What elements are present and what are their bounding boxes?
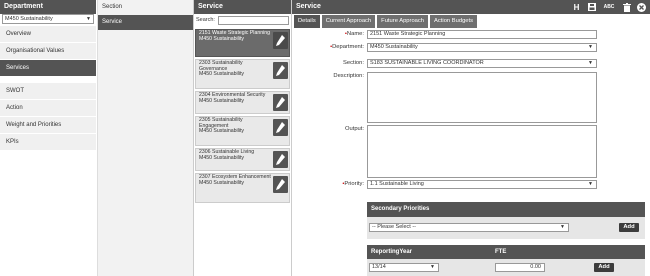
menu-item-action[interactable]: Action — [0, 100, 96, 117]
service-subtitle: M450 Sustainability — [199, 179, 244, 186]
menu-item-organisational-values[interactable]: Organisational Values — [0, 43, 96, 60]
detail-toolbar: H ABC — [572, 2, 646, 12]
secondary-priority-select-value: -- Please Select -- — [372, 224, 417, 230]
reporting-table-header: ReportingYear FTE — [367, 245, 645, 259]
reporting-table: ReportingYear FTE 13/14 ▼ 0.00 Add — [367, 245, 645, 276]
tab-current-approach[interactable]: Current Approach — [321, 15, 376, 28]
spellcheck-icon: ABC — [603, 3, 615, 10]
service-card[interactable]: 2151 Waste Strategic Planning M450 Susta… — [195, 29, 290, 57]
service-subtitle: M450 Sustainability — [199, 97, 244, 104]
menu-item-swot[interactable]: SWOT — [0, 83, 96, 100]
save-button[interactable] — [587, 2, 596, 12]
department-header: Department — [0, 0, 96, 14]
delete-button[interactable] — [622, 2, 631, 12]
fte-input[interactable]: 0.00 — [495, 263, 545, 272]
add-secondary-priority-button[interactable]: Add — [619, 223, 639, 232]
spellcheck-button[interactable]: ABC — [602, 3, 616, 12]
service-subtitle: M450 Sustainability — [199, 71, 244, 78]
trash-icon — [622, 2, 631, 12]
edit-button[interactable] — [273, 151, 288, 168]
add-reporting-year-button[interactable]: Add — [594, 263, 614, 272]
chevron-down-icon: ▼ — [430, 264, 435, 270]
close-button[interactable] — [637, 2, 646, 12]
department-select-value: M450 Sustainability — [5, 16, 53, 22]
section-item-service[interactable]: Service — [98, 15, 193, 30]
edit-button[interactable] — [273, 176, 288, 193]
department-select[interactable]: M450 Sustainability ▼ — [2, 14, 94, 24]
department-menu: Overview Organisational Values Services … — [0, 26, 96, 151]
menu-item-kpis[interactable]: KPIs — [0, 134, 96, 151]
reporting-year-value: 13/14 — [372, 264, 386, 270]
reporting-year-select[interactable]: 13/14 ▼ — [369, 263, 439, 272]
pencil-icon — [276, 65, 285, 76]
service-list: 2151 Waste Strategic Planning M450 Susta… — [195, 29, 290, 205]
priority-label: •Priority: — [342, 181, 364, 187]
secondary-priorities: Secondary Priorities -- Please Select --… — [367, 202, 645, 239]
service-card[interactable]: 2304 Environmental Security M450 Sustain… — [195, 91, 290, 114]
fte-header: FTE — [495, 249, 507, 255]
search-label: Search: — [196, 17, 215, 23]
section-field-value: S183 SUSTAINABLE LIVING COORDINATOR — [370, 60, 484, 66]
secondary-priorities-header: Secondary Priorities — [367, 202, 645, 217]
section-field[interactable]: S183 SUSTAINABLE LIVING COORDINATOR ▼ — [367, 59, 597, 68]
edit-button[interactable] — [273, 119, 288, 136]
secondary-priority-select[interactable]: -- Please Select -- ▼ — [369, 223, 569, 232]
pencil-icon — [276, 179, 285, 190]
search-input[interactable] — [218, 16, 289, 25]
chevron-down-icon: ▼ — [86, 16, 91, 22]
edit-button[interactable] — [273, 62, 288, 79]
tab-details[interactable]: Details — [294, 15, 320, 28]
detail-tabs: Details Current Approach Future Approach… — [292, 15, 478, 28]
pencil-icon — [276, 154, 285, 165]
pencil-icon — [276, 122, 285, 133]
tab-future-approach[interactable]: Future Approach — [377, 15, 429, 28]
menu-item-services[interactable]: Services — [0, 60, 96, 77]
name-label: •Name: — [344, 31, 364, 37]
service-subtitle: M450 Sustainability — [199, 154, 244, 161]
secondary-priorities-body: -- Please Select -- ▼ Add — [367, 217, 645, 239]
pencil-icon — [276, 35, 285, 46]
section-panel: Section Service — [97, 0, 193, 276]
department-panel: Department M450 Sustainability ▼ Overvie… — [0, 0, 96, 276]
pencil-icon — [276, 97, 285, 108]
description-label: Description: — [333, 73, 364, 79]
department-label: •Department: — [330, 44, 364, 50]
edit-button[interactable] — [273, 32, 288, 49]
priority-field-value: 1.1 Sustainable Living — [370, 181, 424, 187]
service-subtitle: M450 Sustainability — [199, 35, 244, 42]
history-button[interactable]: H — [572, 3, 581, 12]
service-list-panel: Service Search: 2151 Waste Strategic Pla… — [193, 0, 291, 276]
service-list-header: Service — [194, 0, 291, 14]
chevron-down-icon: ▼ — [588, 44, 593, 50]
service-card[interactable]: 2307 Ecosystem Enhancement M450 Sustaina… — [195, 173, 290, 203]
search-row: Search: — [194, 14, 291, 27]
output-textarea[interactable] — [367, 125, 597, 178]
description-textarea[interactable] — [367, 72, 597, 123]
tab-action-budgets[interactable]: Action Budgets — [430, 15, 478, 28]
menu-item-overview[interactable]: Overview — [0, 26, 96, 43]
menu-item-weight-priorities[interactable]: Weight and Priorities — [0, 117, 96, 134]
close-circle-icon — [637, 2, 646, 12]
department-field[interactable]: M450 Sustainability ▼ — [367, 43, 597, 52]
service-detail-panel: Service H ABC Details Current Approach F… — [291, 0, 650, 276]
service-card[interactable]: 2305 Sustainability Engagement M450 Sust… — [195, 116, 290, 146]
save-icon — [587, 2, 596, 11]
section-header: Section — [98, 0, 193, 15]
chevron-down-icon: ▼ — [560, 224, 565, 230]
chevron-down-icon: ▼ — [588, 181, 593, 187]
edit-button[interactable] — [273, 94, 288, 111]
service-subtitle: M450 Sustainability — [199, 128, 244, 135]
department-field-value: M450 Sustainability — [370, 44, 418, 50]
service-card[interactable]: 2306 Sustainable Living M450 Sustainabil… — [195, 148, 290, 171]
reporting-table-row: 13/14 ▼ 0.00 Add — [367, 259, 645, 276]
name-field[interactable]: 2151 Waste Strategic Planning — [367, 30, 597, 39]
priority-field[interactable]: 1.1 Sustainable Living ▼ — [367, 180, 597, 189]
chevron-down-icon: ▼ — [588, 60, 593, 66]
section-label: Section: — [343, 60, 364, 66]
output-label: Output: — [344, 126, 364, 132]
reporting-year-header: ReportingYear — [371, 249, 413, 255]
service-card[interactable]: 2303 Sustainability Governance M450 Sust… — [195, 59, 290, 89]
